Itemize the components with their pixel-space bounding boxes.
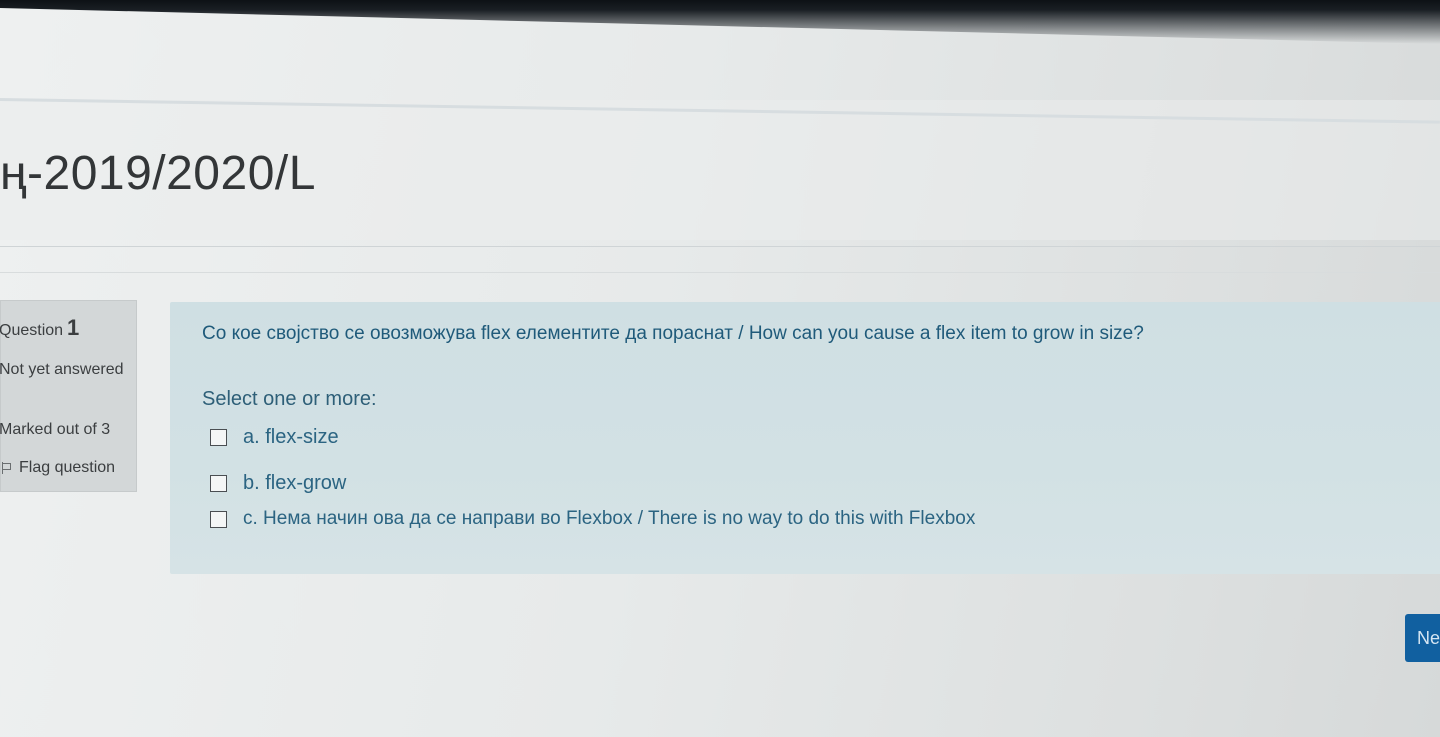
flag-question-link[interactable]: Flag question xyxy=(1,459,115,477)
question-number-value: 1 xyxy=(67,315,80,340)
question-state: Not yet answered xyxy=(0,361,124,378)
question-info-box: Question 1 Not yet answered Marked out of… xyxy=(0,300,137,492)
flag-question-label: Flag question xyxy=(19,459,116,476)
flag-icon xyxy=(1,462,11,474)
monitor-bezel xyxy=(0,0,1440,44)
answer-option-b[interactable]: b. flex-grow xyxy=(210,472,346,495)
divider-line xyxy=(0,246,1440,247)
checkbox-icon[interactable] xyxy=(210,429,227,446)
answer-option-a[interactable]: a. flex-size xyxy=(210,426,339,449)
question-grade: Marked out of 3 xyxy=(0,421,111,438)
question-number: Question 1 xyxy=(0,315,79,341)
answer-option-c[interactable]: c. Нема начин ова да се направи во Flexb… xyxy=(210,508,975,530)
answer-label: a. flex-size xyxy=(243,426,339,448)
next-page-button[interactable]: Ne xyxy=(1405,614,1440,662)
checkbox-icon[interactable] xyxy=(210,510,227,528)
checkbox-icon[interactable] xyxy=(210,475,227,492)
question-text: Со кое својство се овозможува flex елеме… xyxy=(202,323,1144,344)
question-label: Question xyxy=(0,322,64,339)
course-title: ң-2019/2020/L xyxy=(0,147,316,200)
answer-label: b. flex-grow xyxy=(243,472,347,494)
answer-label: c. Нема начин ова да се направи во Flexb… xyxy=(243,508,976,529)
answer-prompt: Select one or more: xyxy=(202,388,377,410)
divider-line xyxy=(0,272,1440,273)
